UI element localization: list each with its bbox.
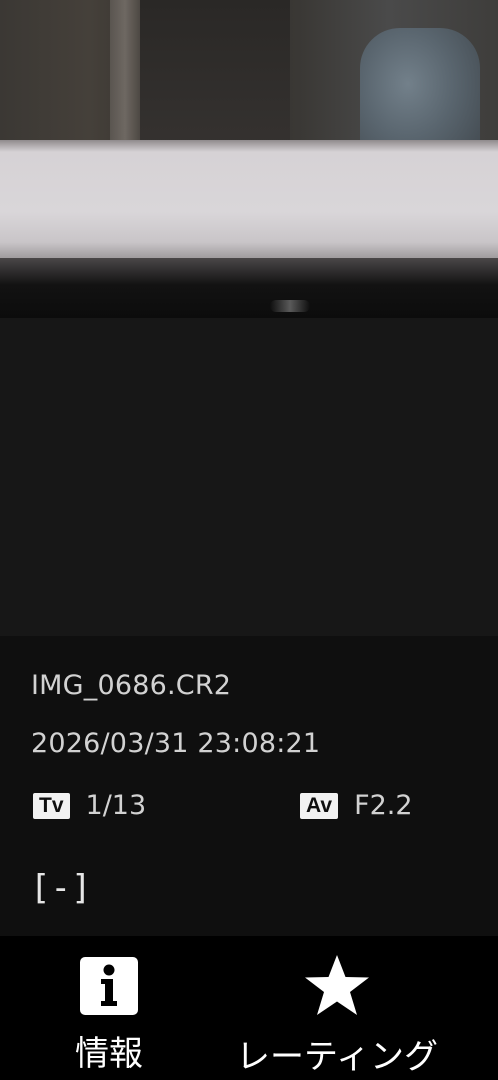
- photo-frame-detail: [110, 0, 140, 150]
- av-badge: Av: [300, 792, 339, 819]
- shooting-info-panel: IMG_0686.CR2 2026/03/31 23:08:21 Tv 1/13…: [0, 636, 498, 936]
- capture-datetime: 2026/03/31 23:08:21: [31, 728, 321, 759]
- rating-button-label: レーティング: [236, 1037, 438, 1077]
- photo-dark-area: [140, 0, 290, 150]
- image-viewer: IMG_0686.CR2 2026/03/31 23:08:21 Tv 1/13…: [0, 0, 498, 1080]
- info-button-label: 情報: [75, 1034, 143, 1074]
- aperture-value: F2.2: [354, 790, 413, 821]
- aperture: Av F2.2: [300, 790, 413, 821]
- rating-button[interactable]: レーティング: [232, 936, 442, 1080]
- info-button[interactable]: 情報: [50, 936, 168, 1080]
- focus-indicator: [-]: [30, 868, 92, 908]
- shutter-speed-value: 1/13: [85, 790, 147, 821]
- info-icon: [80, 957, 138, 1015]
- photo-shelf: [0, 140, 498, 260]
- shutter-speed: Tv 1/13: [33, 790, 146, 821]
- tv-badge: Tv: [33, 792, 70, 819]
- photo-preview[interactable]: [0, 0, 498, 318]
- photo-highlight: [270, 300, 310, 312]
- file-name: IMG_0686.CR2: [31, 670, 232, 701]
- photo-shadow: [0, 258, 498, 318]
- bottom-toolbar: 情報 レーティング: [0, 936, 498, 1080]
- star-icon: [305, 955, 369, 1015]
- next-toolbar-button[interactable]: [486, 936, 498, 1080]
